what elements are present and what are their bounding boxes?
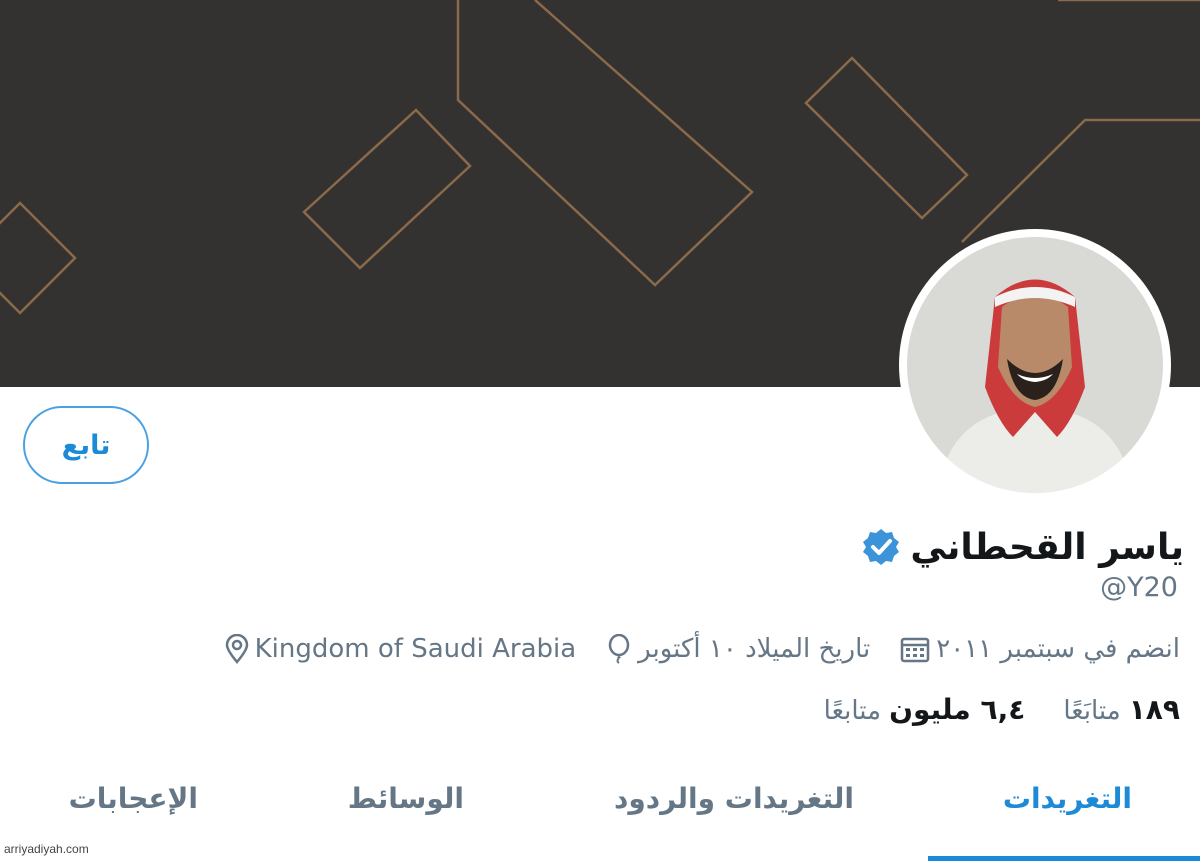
follow-button[interactable]: تابع: [23, 406, 149, 484]
birthday-text: تاريخ الميلاد ١٠ أكتوبر: [638, 634, 871, 664]
tab-tweets-replies[interactable]: التغريدات والردود: [614, 782, 854, 815]
profile-display-name: ياسر القحطاني: [910, 526, 1184, 568]
watermark: arriyadiyah.com: [4, 842, 89, 856]
location: Kingdom of Saudi Arabia: [225, 634, 577, 664]
verified-badge-icon: [862, 528, 900, 566]
profile-avatar[interactable]: [899, 229, 1171, 501]
tab-tweets[interactable]: التغريدات: [1003, 782, 1132, 815]
birthday: تاريخ الميلاد ١٠ أكتوبر: [606, 634, 870, 664]
followers-stat[interactable]: ٦,٤ مليون متابعًا: [824, 693, 1026, 726]
followers-label: متابعًا: [823, 695, 882, 726]
tab-likes[interactable]: الإعجابات: [69, 782, 198, 815]
active-tab-indicator: [928, 856, 1200, 861]
profile-handle: @Y20: [1100, 572, 1178, 603]
profile-stats: ١٨٩ متابَعًا ٦,٤ مليون متابعًا: [824, 686, 1180, 732]
following-label: متابَعًا: [1063, 695, 1121, 726]
profile-tabs: التغريدات التغريدات والردود الوسائط الإع…: [0, 770, 1200, 861]
location-pin-icon: [225, 634, 249, 664]
profile-meta: انضم في سبتمبر ٢٠١١ تاريخ الميلاد ١٠ أكت…: [225, 626, 1180, 672]
calendar-icon: [900, 635, 930, 663]
avatar-photo: [907, 237, 1163, 493]
joined-date: انضم في سبتمبر ٢٠١١: [900, 634, 1180, 664]
following-stat[interactable]: ١٨٩ متابَعًا: [1063, 693, 1180, 726]
profile-name-row: ياسر القحطاني: [862, 520, 1184, 574]
joined-date-text: انضم في سبتمبر ٢٠١١: [936, 634, 1180, 664]
tab-media[interactable]: الوسائط: [348, 782, 464, 815]
followers-count: ٦,٤ مليون: [889, 692, 1026, 726]
balloon-icon: [606, 634, 632, 664]
location-text: Kingdom of Saudi Arabia: [254, 634, 577, 664]
following-count: ١٨٩: [1128, 692, 1180, 726]
